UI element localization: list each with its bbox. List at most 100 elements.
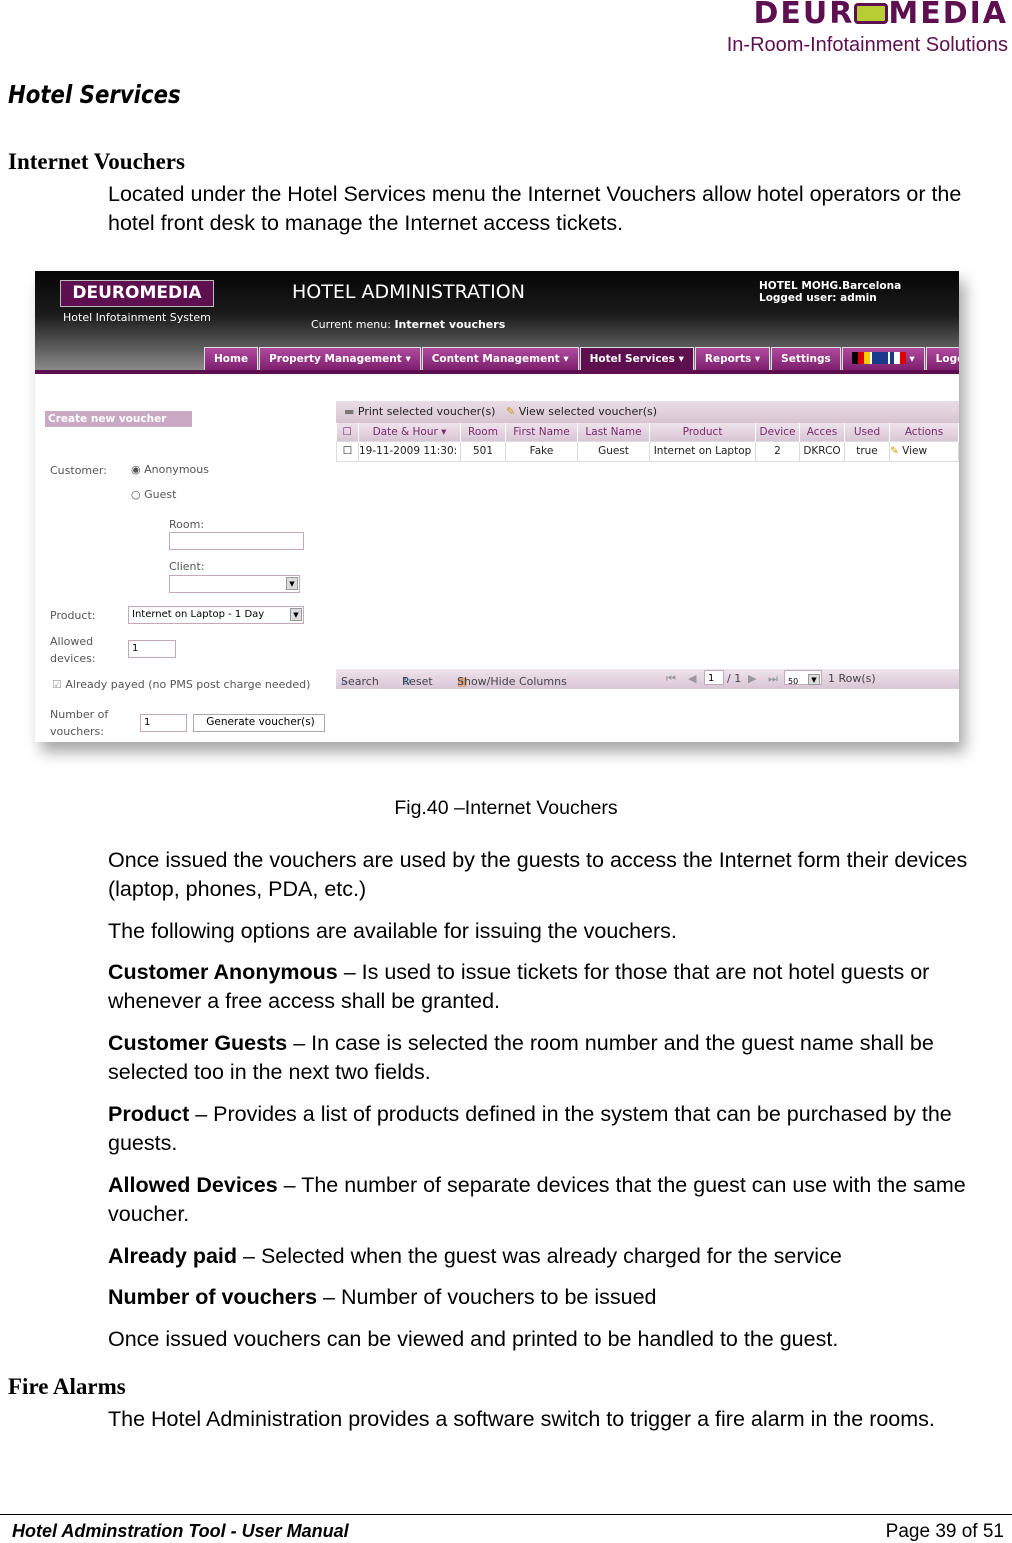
paragraph: Number of vouchers – Number of vouchers … — [108, 1283, 1008, 1312]
flags-icon — [851, 352, 906, 364]
col-used[interactable]: Used — [844, 423, 890, 441]
grid-toolbar: ▬ Print selected voucher(s) ✎ View selec… — [336, 401, 959, 423]
intro-paragraph: Located under the Hotel Services menu th… — [108, 182, 962, 235]
paragraph: The following options are available for … — [108, 917, 1008, 946]
nav-hotel-services[interactable]: Hotel Services ▾ — [579, 347, 694, 370]
cell-device: 2 — [755, 440, 800, 462]
page-size-select[interactable]: 50 ▼ — [784, 670, 822, 686]
nav-content-management[interactable]: Content Management ▾ — [421, 347, 579, 370]
paragraph-text: – Selected when the guest was already ch… — [237, 1244, 842, 1268]
create-voucher-header: Create new voucher — [45, 411, 192, 427]
row-checkbox[interactable]: ☐ — [336, 440, 359, 462]
nav-property-management[interactable]: Property Management ▾ — [259, 347, 421, 370]
logo-brand: DEUR MEDIA — [753, 0, 1008, 31]
col-first-name[interactable]: First Name — [505, 423, 578, 441]
product-label: Product: — [50, 609, 96, 622]
cell-room: 501 — [460, 440, 506, 462]
prev-page-icon[interactable]: ◀ — [688, 672, 696, 685]
radio-guest[interactable]: ○ Guest — [131, 488, 176, 501]
page-total: / 1 — [727, 672, 742, 685]
language-arrow: ▾ — [909, 353, 915, 365]
col-acces[interactable]: Acces — [799, 423, 845, 441]
logo-tagline: In-Room-Infotainment Solutions — [726, 34, 1008, 56]
first-page-icon[interactable]: ⏮ — [666, 672, 676, 686]
hotel-info: HOTEL MOHG.Barcelona Logged user: admin — [759, 280, 901, 304]
cell-acces: DKRCO — [799, 440, 845, 462]
main-nav: Home Property Management ▾ Content Manag… — [204, 347, 959, 370]
col-product[interactable]: Product — [649, 423, 756, 441]
chevron-down-icon: ▼ — [290, 608, 302, 621]
deuromedia-logo: DEUR MEDIA In-Room-Infotainment Solutions — [680, 0, 1008, 57]
row-view-link[interactable]: ✎ View — [889, 440, 959, 462]
col-device[interactable]: Device — [755, 423, 800, 441]
product-select[interactable]: Internet on Laptop - 1 Day ▼ — [128, 606, 304, 624]
nav-reports[interactable]: Reports ▾ — [694, 347, 771, 370]
customer-label: Customer: — [50, 464, 107, 477]
generate-vouchers-button[interactable]: Generate voucher(s) — [193, 714, 325, 732]
paragraph-text: Once issued vouchers can be viewed and p… — [108, 1327, 839, 1351]
paragraph: Customer Anonymous – Is used to issue ti… — [108, 958, 1008, 1016]
paragraph: Once issued the vouchers are used by the… — [108, 846, 1008, 904]
page-number: Page 39 of 51 — [885, 1521, 1004, 1542]
already-paid-label: Already payed (no PMS post charge needed… — [65, 678, 311, 691]
already-paid-checkbox[interactable]: ☑ Already payed (no PMS post charge need… — [52, 678, 310, 691]
client-select[interactable]: ▼ — [169, 575, 300, 593]
view-link-label: View — [902, 445, 928, 457]
paragraph: Product – Provides a list of products de… — [108, 1100, 1008, 1158]
select-all-checkbox[interactable]: ☐ — [336, 423, 359, 441]
paragraph: Allowed Devices – The number of separate… — [108, 1171, 1008, 1229]
app-title: HOTEL ADMINISTRATION — [292, 281, 525, 303]
term: Product — [108, 1102, 190, 1126]
guest-label: Guest — [144, 488, 177, 501]
col-date-hour[interactable]: Date & Hour ▾ — [358, 423, 461, 441]
product-value: Internet on Laptop - 1 Day — [132, 609, 265, 620]
figure-caption: Fig.40 –Internet Vouchers — [394, 797, 618, 819]
view-vouchers-button[interactable]: ✎ View selected voucher(s) — [506, 405, 657, 418]
nav-settings[interactable]: Settings — [771, 347, 841, 370]
reset-label: Reset — [402, 675, 433, 688]
num-label-line2: vouchers: — [50, 725, 104, 738]
showhide-label: Show/Hide Columns — [457, 675, 567, 688]
print-vouchers-button[interactable]: ▬ Print selected voucher(s) — [344, 405, 495, 418]
fire-alarms-paragraph: The Hotel Administration provides a soft… — [108, 1407, 935, 1431]
allowed-label-line2: devices: — [50, 652, 96, 665]
vouchers-grid: ▬ Print selected voucher(s) ✎ View selec… — [336, 401, 959, 462]
radio-anonymous[interactable]: ◉ Anonymous — [131, 463, 209, 476]
allowed-label-line1: Allowed — [50, 635, 94, 648]
next-page-icon[interactable]: ▶ — [748, 672, 756, 685]
term: Already paid — [108, 1244, 238, 1268]
term: Allowed Devices — [108, 1173, 278, 1197]
view-label: View selected voucher(s) — [518, 405, 658, 418]
current-menu: Current menu: Internet vouchers — [311, 318, 505, 331]
footer-title: Hotel Adminstration Tool - User Manual — [12, 1521, 349, 1541]
cell-date: 19-11-2009 11:30: — [358, 440, 461, 462]
nav-logout[interactable]: Logo — [925, 347, 959, 370]
nav-home[interactable]: Home — [204, 347, 259, 370]
app-header: DEUROMEDIA Hotel Infotainment System HOT… — [35, 271, 959, 370]
term: Customer Guests — [108, 1031, 288, 1055]
anonymous-label: Anonymous — [144, 463, 209, 476]
col-last-name[interactable]: Last Name — [577, 423, 650, 441]
page-input[interactable]: 1 — [704, 670, 724, 685]
cell-first-name: Fake — [505, 440, 578, 462]
paragraph-text: – Provides a list of products defined in… — [108, 1102, 952, 1155]
col-actions[interactable]: Actions — [889, 423, 959, 441]
nav-language[interactable]: ▾ — [841, 347, 925, 370]
row-count: 1 Row(s) — [828, 672, 876, 685]
col-room[interactable]: Room — [460, 423, 506, 441]
printer-icon: ▬ — [344, 405, 355, 418]
num-label-line1: Number of — [50, 708, 109, 721]
logged-user: admin — [840, 292, 877, 304]
last-page-icon[interactable]: ⏭ — [768, 672, 778, 686]
room-input[interactable] — [169, 532, 304, 550]
term: Customer Anonymous — [108, 960, 338, 984]
allowed-devices-input[interactable]: 1 — [128, 640, 176, 658]
chevron-down-icon: ▼ — [286, 577, 298, 590]
checkbox-checked-icon: ☑ — [52, 678, 62, 691]
paragraph-text: The following options are available for … — [108, 919, 677, 943]
grid-pager: ⌕ Search ↻ Reset ▦ Show/Hide Columns ⏮ ◀ 1 … — [336, 669, 959, 689]
keys-icon: ✎ — [890, 445, 899, 457]
number-vouchers-input[interactable]: 1 — [140, 714, 187, 732]
paragraph-text: – Number of vouchers to be issued — [317, 1285, 657, 1309]
section-heading-fire-alarms: Fire Alarms — [8, 1374, 126, 1399]
